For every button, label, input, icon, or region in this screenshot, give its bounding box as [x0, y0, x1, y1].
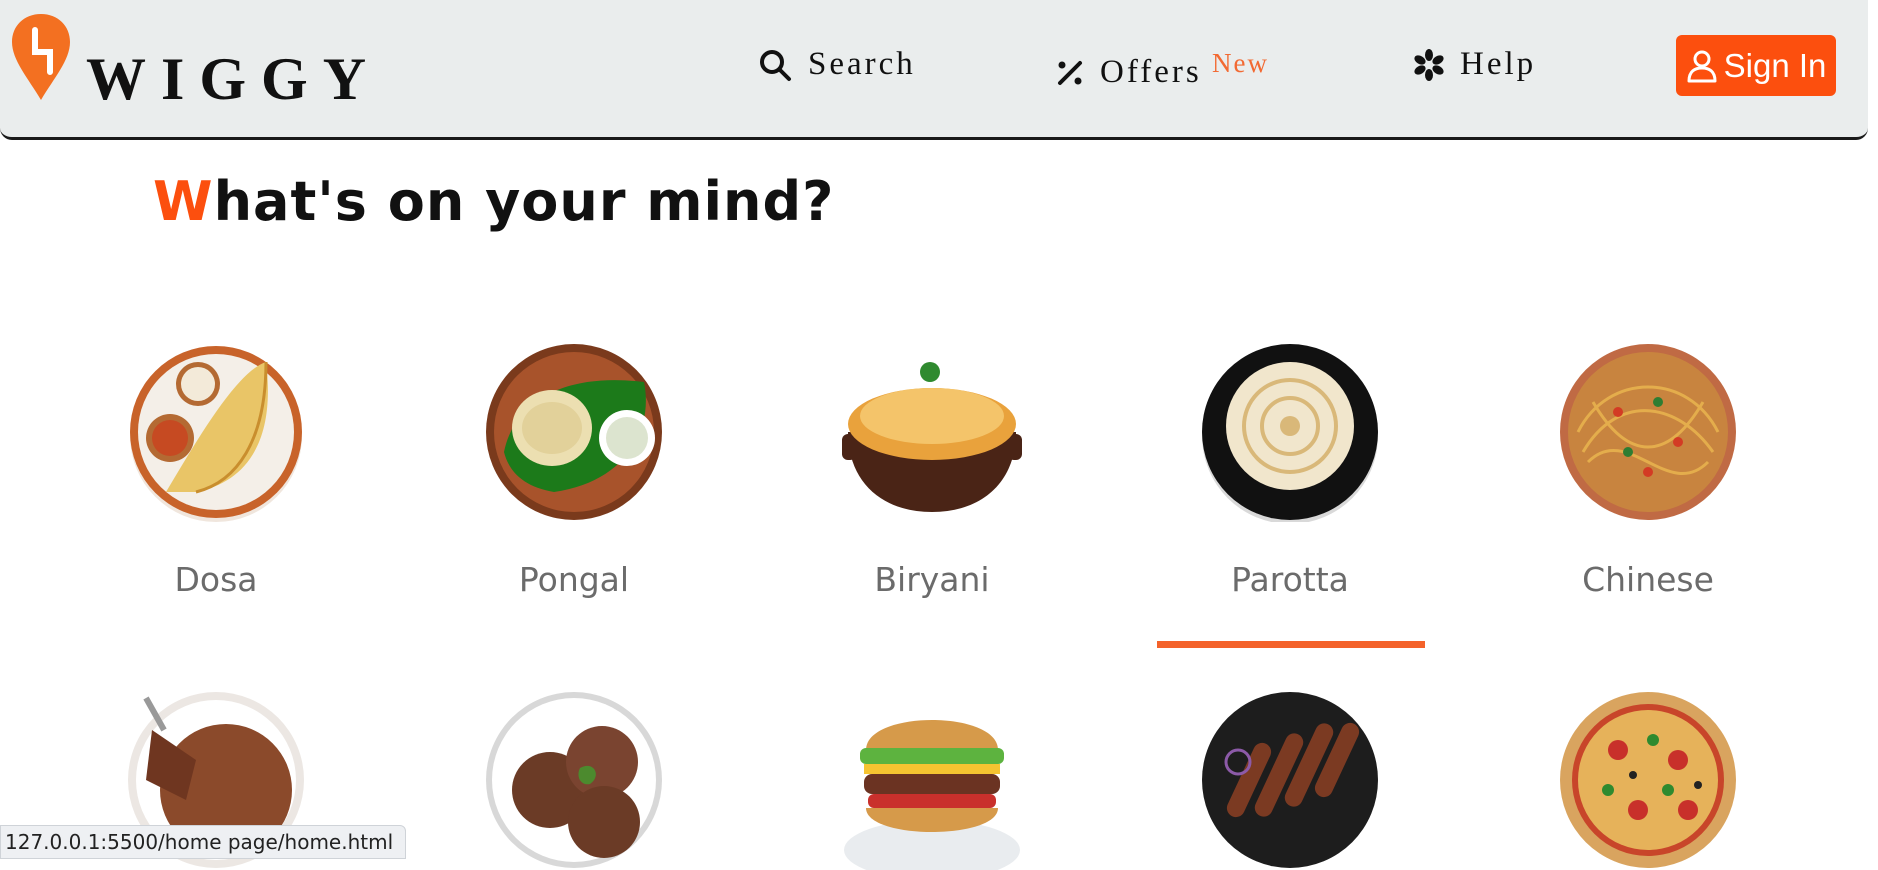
category-label: Parotta — [1231, 560, 1349, 599]
category-label: Chinese — [1582, 560, 1714, 599]
category-label: Dosa — [174, 560, 258, 599]
burger-image — [844, 720, 1020, 870]
parotta-image — [1202, 344, 1378, 522]
dosa-image — [130, 346, 302, 522]
chinese-image — [1560, 344, 1736, 520]
category-label: Biryani — [874, 560, 990, 599]
category-label: Pongal — [518, 560, 630, 599]
biryani-image — [842, 362, 1022, 512]
pizza-image — [1560, 692, 1736, 868]
kebab-image — [1202, 692, 1378, 868]
pongal-image — [486, 344, 662, 520]
selected-category-underline — [1157, 641, 1425, 648]
browser-status-url: 127.0.0.1:5500/home page/home.html — [0, 825, 407, 859]
category-grid: Dosa Pongal Biryani Parotta Chinese — [0, 0, 1878, 870]
ice-cream-image — [486, 692, 662, 868]
